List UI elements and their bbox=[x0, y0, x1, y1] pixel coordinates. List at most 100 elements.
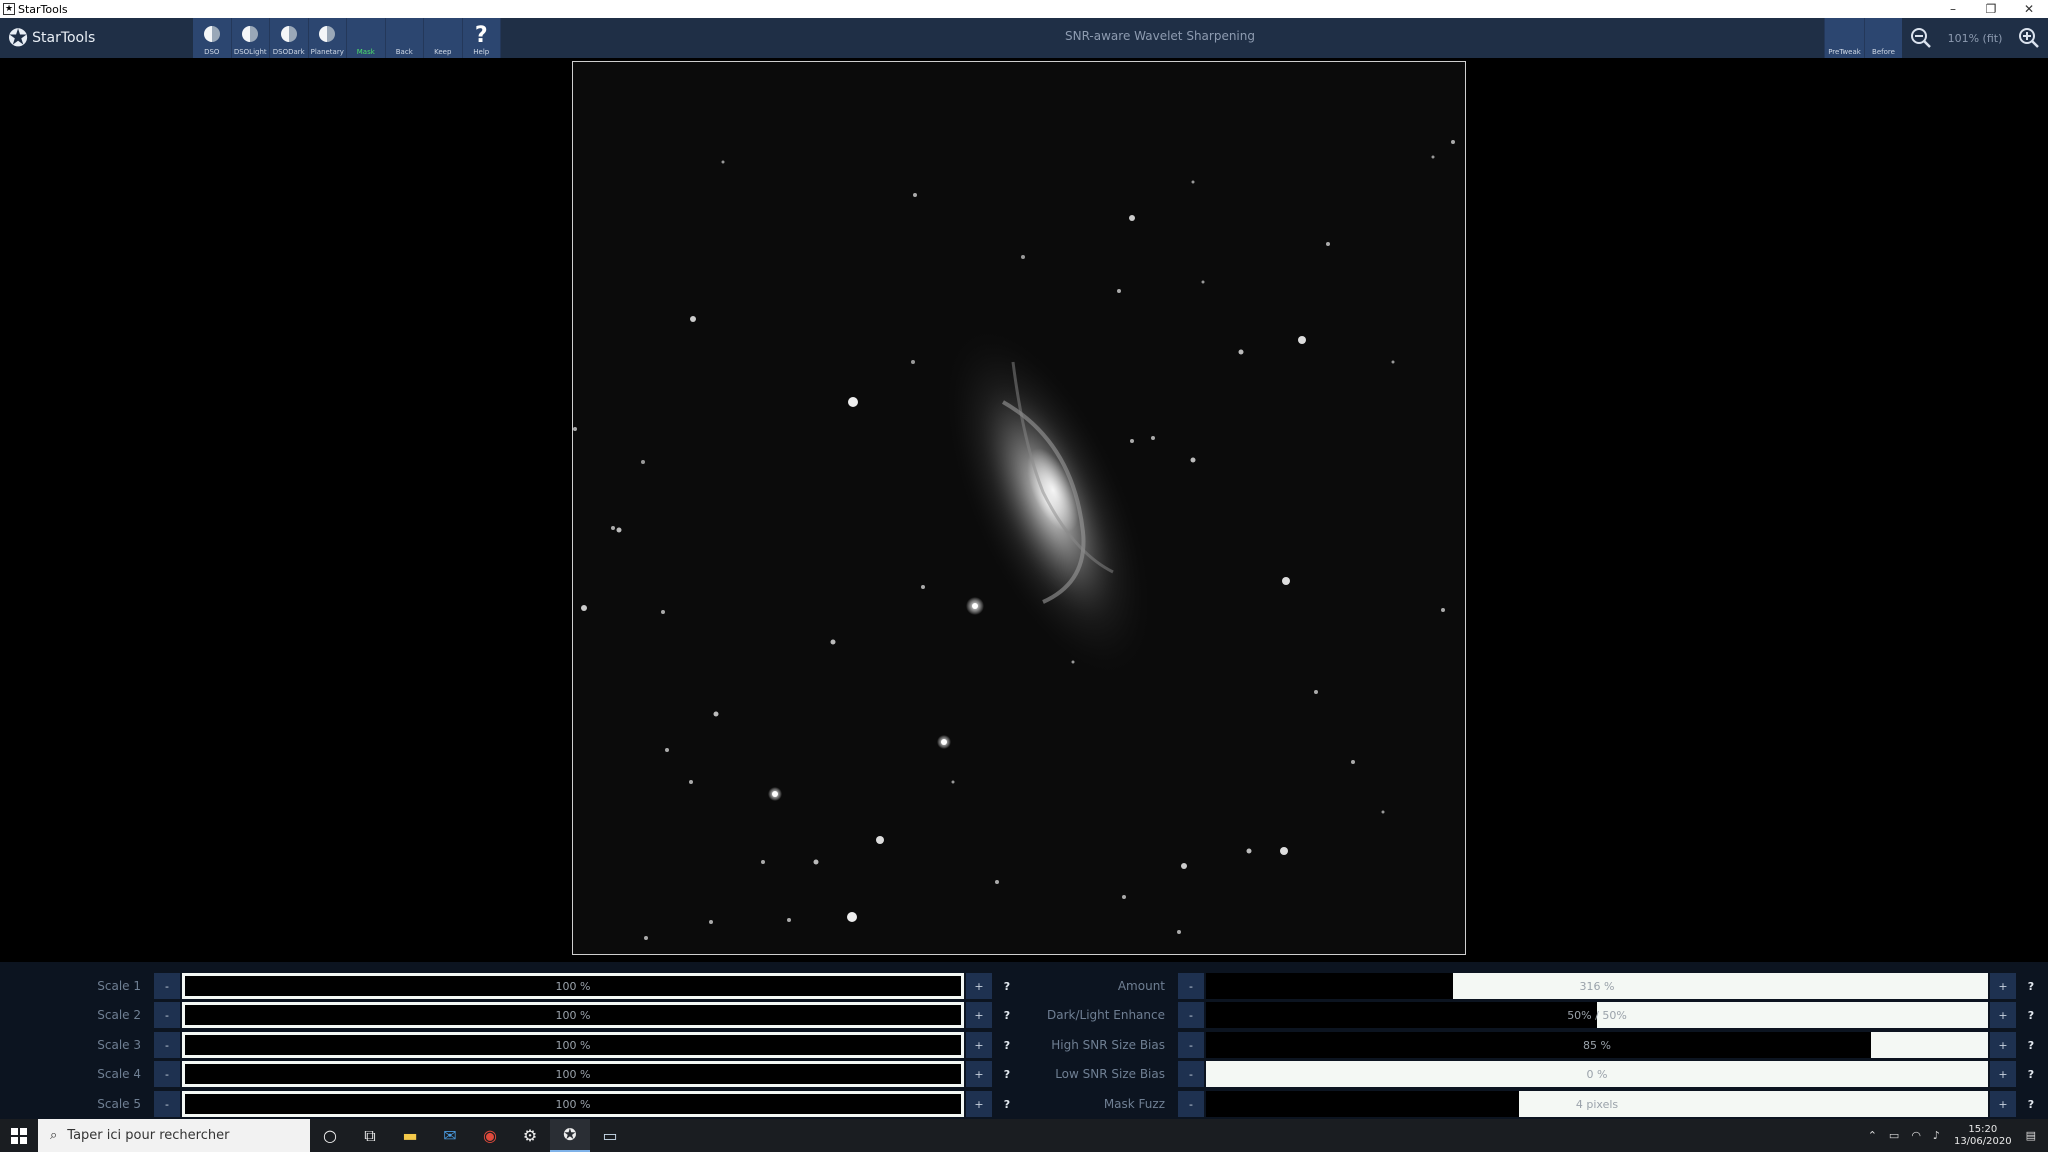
start-button[interactable] bbox=[0, 1119, 38, 1152]
settings-gear-icon[interactable]: ⚙ bbox=[510, 1119, 550, 1152]
windows-logo-icon bbox=[11, 1127, 27, 1144]
increase-button[interactable]: + bbox=[966, 1002, 992, 1028]
window-controls: – ❐ ✕ bbox=[1934, 0, 2048, 18]
zoom-in-icon bbox=[2019, 28, 2039, 48]
decrease-button[interactable]: - bbox=[1178, 1032, 1204, 1058]
increase-button[interactable]: + bbox=[966, 973, 992, 999]
help-icon[interactable]: ? bbox=[994, 1002, 1020, 1028]
param-label: Scale 2 bbox=[97, 1008, 141, 1022]
window-title: StarTools bbox=[18, 2, 68, 16]
decrease-button[interactable]: - bbox=[154, 1091, 180, 1117]
increase-button[interactable]: + bbox=[1990, 1061, 2016, 1087]
zoom-level: 101% (fit) bbox=[1947, 31, 2003, 45]
increase-button[interactable]: + bbox=[1990, 1091, 2016, 1117]
half-circle-icon bbox=[203, 26, 220, 42]
zoom-out-button[interactable] bbox=[1902, 18, 1940, 58]
clock[interactable]: 15:20 13/06/2020 bbox=[1954, 1124, 2012, 1148]
help-icon[interactable]: ? bbox=[2018, 973, 2044, 999]
param-label: High SNR Size Bias bbox=[1051, 1038, 1165, 1052]
increase-button[interactable]: + bbox=[966, 1091, 992, 1117]
minimize-button[interactable]: – bbox=[1934, 0, 1972, 18]
zoom-out-icon bbox=[1911, 28, 1931, 48]
planetary-button[interactable]: Planetary bbox=[308, 18, 347, 58]
startools-taskbar-icon[interactable]: ✪ bbox=[550, 1119, 590, 1152]
system-tray: ⌃ ▭ ◠ ♪ 15:20 13/06/2020 ▤ bbox=[1862, 1119, 2048, 1152]
param-label: Low SNR Size Bias bbox=[1055, 1067, 1165, 1081]
param-label: Mask Fuzz bbox=[1103, 1097, 1165, 1111]
before-button[interactable]: Before bbox=[1864, 18, 1902, 58]
slider-high-snr-size-bias[interactable]: 85 % bbox=[1206, 1032, 1988, 1058]
mask-button[interactable]: Mask bbox=[347, 18, 386, 58]
decrease-button[interactable]: - bbox=[1178, 1002, 1204, 1028]
decrease-button[interactable]: - bbox=[154, 973, 180, 999]
network-icon[interactable]: ◠ bbox=[1911, 1129, 1921, 1142]
help-icon[interactable]: ? bbox=[2018, 1061, 2044, 1087]
help-icon[interactable]: ? bbox=[994, 973, 1020, 999]
window-app-icon[interactable]: ▭ bbox=[590, 1119, 630, 1152]
slider-scale-2[interactable]: 100 % bbox=[182, 1002, 964, 1028]
increase-button[interactable]: + bbox=[1990, 1002, 2016, 1028]
zoom-in-button[interactable] bbox=[2010, 18, 2048, 58]
restore-button[interactable]: ❐ bbox=[1972, 0, 2010, 18]
chrome-icon[interactable]: ◉ bbox=[470, 1119, 510, 1152]
slider-scale-1[interactable]: 100 % bbox=[182, 973, 964, 999]
increase-button[interactable]: + bbox=[1990, 1032, 2016, 1058]
task-view-icon[interactable]: ⧉ bbox=[350, 1119, 390, 1152]
slider-value: 100 % bbox=[555, 1067, 591, 1081]
dsolight-button[interactable]: DSOLight bbox=[231, 18, 270, 58]
slider-value: 100 % bbox=[555, 1038, 591, 1052]
app-icon: ★ bbox=[3, 3, 15, 15]
mail-icon[interactable]: ✉ bbox=[430, 1119, 470, 1152]
preset-toolbar: DSO DSOLight DSODark Planetary Mask Back bbox=[193, 18, 501, 58]
increase-button[interactable]: + bbox=[966, 1032, 992, 1058]
tool-title: SNR-aware Wavelet Sharpening bbox=[1064, 29, 1255, 43]
decrease-button[interactable]: - bbox=[1178, 1061, 1204, 1087]
half-circle-icon bbox=[242, 26, 259, 42]
slider-scale-5[interactable]: 100 % bbox=[182, 1091, 964, 1117]
chevron-up-icon[interactable]: ⌃ bbox=[1868, 1129, 1877, 1142]
half-circle-icon bbox=[319, 26, 336, 42]
taskbar-search[interactable]: ⌕ Taper ici pour rechercher bbox=[38, 1119, 310, 1152]
dsodark-button[interactable]: DSODark bbox=[270, 18, 309, 58]
slider-value: 100 % bbox=[555, 1008, 591, 1022]
slider-value: 316 % bbox=[1579, 979, 1615, 993]
volume-icon[interactable]: ♪ bbox=[1933, 1129, 1940, 1142]
keep-button[interactable]: Keep bbox=[424, 18, 463, 58]
question-mark-icon: ? bbox=[474, 23, 488, 48]
notification-icon[interactable]: ▤ bbox=[2026, 1129, 2036, 1142]
slider-scale-3[interactable]: 100 % bbox=[182, 1032, 964, 1058]
help-icon[interactable]: ? bbox=[994, 1091, 1020, 1117]
galaxy-image bbox=[573, 62, 1465, 954]
help-icon[interactable]: ? bbox=[2018, 1091, 2044, 1117]
pretweak-button[interactable]: PreTweak bbox=[1824, 18, 1864, 58]
help-icon[interactable]: ? bbox=[2018, 1032, 2044, 1058]
decrease-button[interactable]: - bbox=[1178, 973, 1204, 999]
close-button[interactable]: ✕ bbox=[2010, 0, 2048, 18]
slider-dark-light-enhance[interactable]: 50% / 50% bbox=[1206, 1002, 1988, 1028]
clock-date: 13/06/2020 bbox=[1953, 1135, 2012, 1147]
increase-button[interactable]: + bbox=[966, 1061, 992, 1087]
file-explorer-icon[interactable]: ▬ bbox=[390, 1119, 430, 1152]
image-preview[interactable] bbox=[572, 61, 1466, 955]
slider-amount[interactable]: 316 % bbox=[1206, 973, 1988, 999]
search-placeholder: Taper ici pour rechercher bbox=[67, 1128, 230, 1143]
startools-logo[interactable]: ✪ StarTools bbox=[8, 22, 95, 54]
dso-button[interactable]: DSO bbox=[193, 18, 232, 58]
battery-icon[interactable]: ▭ bbox=[1889, 1129, 1899, 1142]
cortana-icon[interactable]: ○ bbox=[310, 1119, 350, 1152]
decrease-button[interactable]: - bbox=[154, 1002, 180, 1028]
slider-mask-fuzz[interactable]: 4 pixels bbox=[1206, 1091, 1988, 1117]
decrease-button[interactable]: - bbox=[154, 1061, 180, 1087]
increase-button[interactable]: + bbox=[1990, 973, 2016, 999]
help-icon[interactable]: ? bbox=[994, 1061, 1020, 1087]
param-label: Scale 1 bbox=[97, 979, 141, 993]
decrease-button[interactable]: - bbox=[1178, 1091, 1204, 1117]
help-icon[interactable]: ? bbox=[994, 1032, 1020, 1058]
back-button[interactable]: Back bbox=[385, 18, 424, 58]
startools-window: ★ StarTools – ❐ ✕ ✪ StarTools DSO DSOLig… bbox=[0, 0, 2048, 1152]
slider-low-snr-size-bias[interactable]: 0 % bbox=[1206, 1061, 1988, 1087]
help-icon[interactable]: ? bbox=[2018, 1002, 2044, 1028]
help-button[interactable]: ? Help bbox=[462, 18, 501, 58]
decrease-button[interactable]: - bbox=[154, 1032, 180, 1058]
slider-scale-4[interactable]: 100 % bbox=[182, 1061, 964, 1087]
